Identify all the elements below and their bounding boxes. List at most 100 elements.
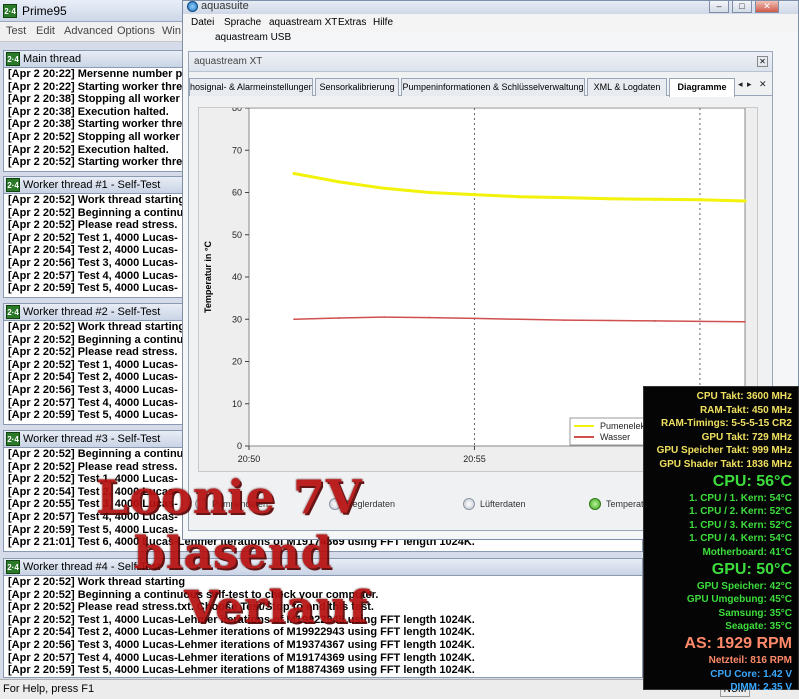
data-point [699,320,701,323]
tab-alarmeinstellungen[interactable]: hosignal- & Alarmeinstellungen [189,78,313,96]
overlay-text-line-1: Loonie 7V [96,470,363,524]
log-line: [Apr 2 20:57] Test 4, 4000 Lucas- [8,396,178,409]
log-line: [Apr 2 20:54] Test 2, 4000 Lucas- [8,244,178,257]
menu-sprache[interactable]: Sprache [224,17,261,28]
log-line: [Apr 2 20:59] Test 5, 4000 Lucas- [8,409,178,422]
thread-icon: 2·4 [6,560,20,574]
data-point [608,319,611,322]
y-tick-label: 40 [232,272,242,282]
log-line: [Apr 2 20:56] Test 3, 4000 Lucas- [8,256,178,269]
close-button[interactable]: ✕ [755,0,779,13]
data-point [563,319,566,321]
log-line: [Apr 2 20:22] Starting worker thre [8,80,183,93]
menu-options[interactable]: Options [117,25,155,37]
osd-row: CPU Takt: 3600 MHz [696,391,792,402]
panel-title: aquastream XT [194,56,263,67]
log-line: [Apr 2 20:52] Stopping all worker [8,130,180,143]
tab-sensorkalibrierung[interactable]: Sensorkalibrierung [315,78,399,96]
main-thread-title: Main thread [23,53,82,65]
option-label: Lüfterdaten [480,499,526,509]
data-point [472,193,477,197]
data-point [427,190,431,195]
option-luefterdaten[interactable]: Lüfterdaten [463,498,526,510]
prime95-app-icon: 2·4 [3,4,17,18]
osd-row: GPU Speicher Takt: 999 MHz [656,445,792,457]
osd-row: GPU: 50°C [711,560,792,578]
data-point [382,186,386,190]
log-line: [Apr 2 20:22] Mersenne number p [8,68,183,80]
x-tick-label: 20:50 [238,454,261,464]
worker-2-titlebar[interactable]: 2·4 Worker thread #2 - Self-Test [4,304,182,321]
tab-diagramme[interactable]: Diagramme [669,78,735,97]
worker-1-window[interactable]: 2·4 Worker thread #1 - Self-Test [Apr 2 2… [3,176,183,298]
log-line: [Apr 2 20:57] Test 4, 4000 Lucas-Lehmer … [8,651,475,664]
osd-row: GPU Umgebung: 45°C [686,594,792,606]
menu-test[interactable]: Test [6,25,26,37]
tab-pumpeninformationen[interactable]: Pumpeninformationen & Schlüsselverwaltun… [401,78,585,96]
log-line: [Apr 2 20:52] Work thread starting [8,194,183,206]
panel-titlebar: aquastream XT ✕ [189,52,772,72]
log-line: [Apr 2 20:52] Execution halted. [8,143,169,156]
thread-icon: 2·4 [6,432,20,446]
minimize-button[interactable]: – [709,0,729,13]
data-point [293,318,295,321]
osd-row: Motherboard: 41°C [702,547,792,558]
osd-row: CPU Core: 1.42 V [710,668,792,680]
osd-row: 1. CPU / 1. Kern: 54°C [689,492,792,504]
osd-row: AS: 1929 RPM [684,635,792,652]
status-text: For Help, press F1 [3,683,95,695]
data-point [608,197,612,201]
y-tick-label: 50 [232,230,242,240]
log-line: [Apr 2 20:52] Test 1, 4000 Lucas- [8,231,178,244]
thread-icon: 2·4 [6,305,20,319]
y-tick-label: 10 [232,399,242,409]
osd-row: Seagate: 35°C [725,621,792,633]
data-point [653,320,656,322]
menu-datei[interactable]: Datei [191,17,214,28]
worker-1-titlebar[interactable]: 2·4 Worker thread #1 - Self-Test [4,177,182,194]
data-point [517,195,522,199]
worker-2-title: Worker thread #2 - Self-Test [23,306,161,318]
aquasuite-titlebar[interactable]: aquasuite – □ ✕ [183,0,798,14]
data-point [743,199,747,203]
menu-aquastream[interactable]: aquastream XT [269,17,337,28]
log-line: [Apr 2 20:52] Please read stress. [8,219,178,232]
tab-strip: hosignal- & Alarmeinstellungen Sensorkal… [189,78,772,97]
panel-close-icon[interactable]: ✕ [757,56,768,67]
worker-2-window[interactable]: 2·4 Worker thread #2 - Self-Test [Apr 2 2… [3,303,183,425]
osd-row: RAM-Timings: 5-5-5-15 CR2 [661,418,792,430]
main-thread-titlebar[interactable]: 2·4 Main thread [4,51,182,68]
log-line: [Apr 2 20:59] Test 5, 4000 Lucas-Lehmer … [8,664,475,677]
osd-row: RAM-Takt: 450 MHz [699,404,792,416]
tab-xml-logdaten[interactable]: XML & Logdaten [587,78,667,96]
log-line: [Apr 2 20:52] Beginning a continu [8,333,183,346]
data-point [744,320,746,323]
data-point [518,318,521,321]
osd-row: GPU Speicher: 42°C [696,580,792,592]
device-label[interactable]: aquastream USB [215,32,291,43]
y-tick-label: 70 [232,145,242,155]
y-tick-label: 80 [232,108,242,113]
aquasuite-menubar: Datei Sprache aquastream XT Extras Hilfe [183,14,798,32]
osd-row: 1. CPU / 4. Kern: 54°C [689,533,792,545]
menu-window[interactable]: Win [162,25,181,37]
main-thread-window[interactable]: 2·4 Main thread [Apr 2 20:22] Mersenne nu… [3,50,183,172]
menu-edit[interactable]: Edit [36,25,55,37]
data-point [653,197,657,201]
data-point [473,317,476,320]
maximize-button[interactable]: □ [732,0,752,13]
desktop: 2·4 Prime95 Test Edit Advanced Options W… [0,0,799,699]
menu-hilfe[interactable]: Hilfe [373,17,393,28]
y-tick-label: 0 [237,441,242,451]
menu-extras[interactable]: Extras [338,17,366,28]
log-line: [Apr 2 20:54] Test 2, 4000 Lucas- [8,371,178,384]
tab-prev-icon[interactable]: ◂ [738,79,743,90]
y-tick-label: 30 [232,314,242,324]
log-line: [Apr 2 20:59] Test 5, 4000 Lucas- [8,282,178,295]
tab-next-icon[interactable]: ▸ [747,79,752,90]
log-line: [Apr 2 20:56] Test 3, 4000 Lucas-Lehmer … [8,638,475,651]
legend-label: Wasser [600,432,630,442]
menu-advanced[interactable]: Advanced [64,25,113,37]
tab-close-icon[interactable]: ✕ [759,79,767,90]
osd-row: Netzteil: 816 RPM [708,655,792,666]
